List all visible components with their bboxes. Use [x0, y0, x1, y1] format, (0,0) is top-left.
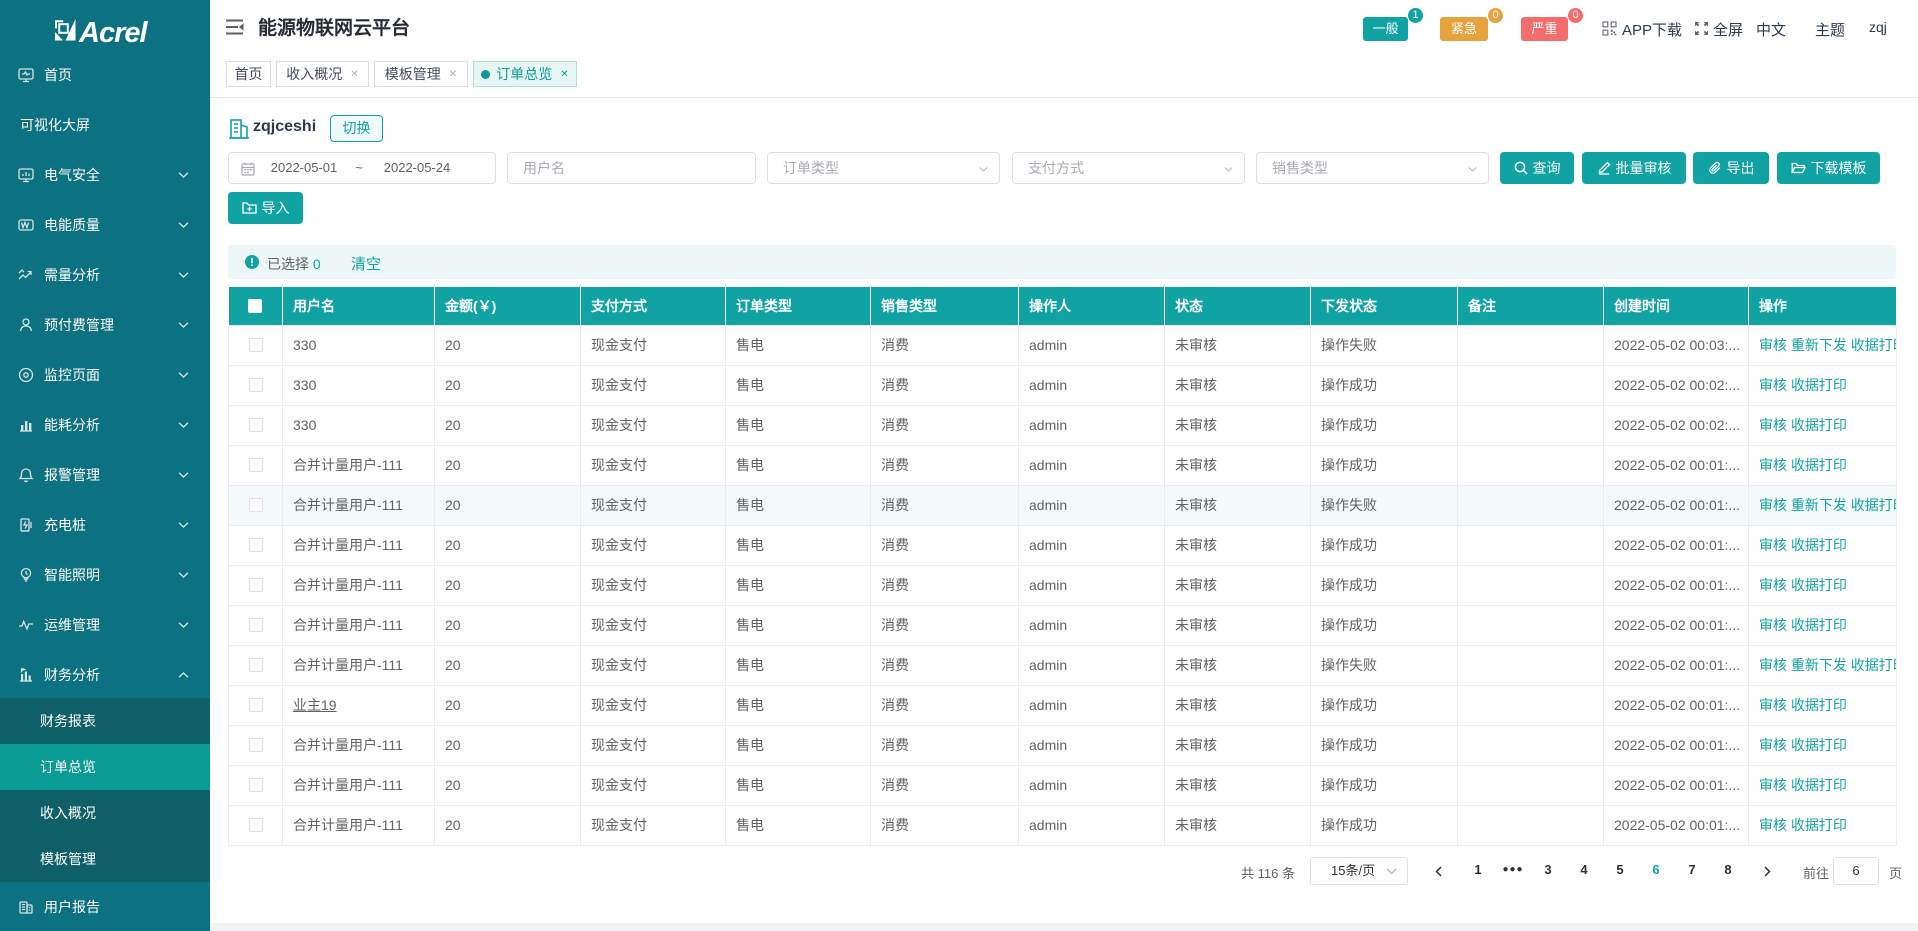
svg-text:Acrel: Acrel [78, 17, 148, 49]
